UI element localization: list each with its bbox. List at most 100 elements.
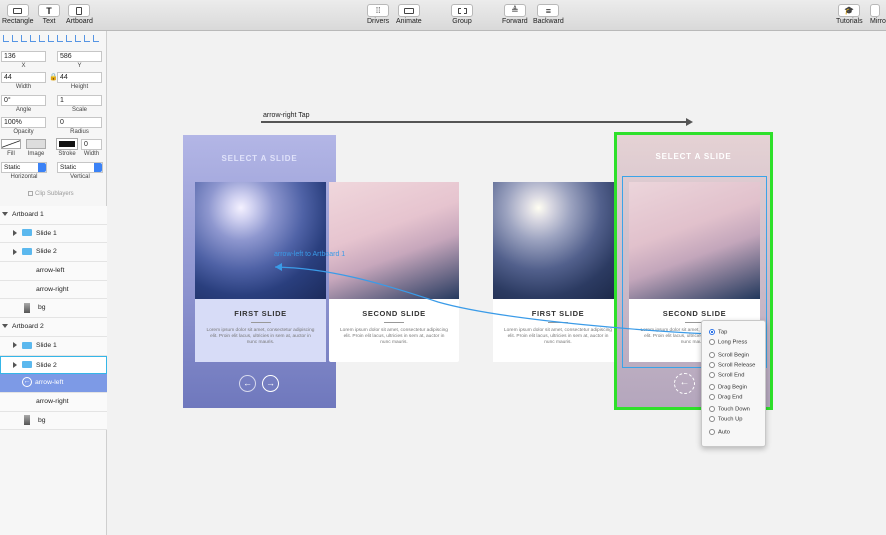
align-middle-icon[interactable]	[39, 35, 45, 42]
artboard-1[interactable]: SELECT A SLIDE FIRST SLIDE Lorem ipsum d…	[183, 135, 336, 408]
align-right-icon[interactable]	[21, 35, 27, 42]
fill-swatch[interactable]	[1, 139, 21, 149]
align-bottom-icon[interactable]	[48, 35, 54, 42]
radius-field[interactable]: 0	[57, 117, 102, 128]
artboard-1-heading: SELECT A SLIDE	[221, 154, 298, 163]
angle-field[interactable]: 0°	[1, 95, 46, 106]
animate-button[interactable]: Animate	[396, 4, 422, 26]
angle-label: Angle	[15, 107, 32, 113]
distribute-vertical-icon[interactable]	[66, 35, 72, 42]
scale-field[interactable]: 1	[57, 95, 102, 106]
stroke-swatch[interactable]	[56, 138, 78, 150]
slide-title: FIRST SLIDE	[234, 309, 287, 318]
vertical-label: Vertical	[70, 174, 90, 180]
horizontal-label: Horizontal	[10, 174, 38, 180]
y-field[interactable]: 586	[57, 51, 102, 62]
clip-sublayers-checkbox[interactable]: Clip Sublayers	[28, 191, 74, 197]
distribute-extra-icon[interactable]	[84, 35, 90, 42]
trigger-option-auto[interactable]: Auto	[709, 429, 730, 436]
disclosure-triangle-icon[interactable]	[13, 248, 17, 255]
layer-arrow-right[interactable]: arrow-right	[0, 392, 107, 412]
trigger-option-scroll-end[interactable]: Scroll End	[709, 372, 744, 379]
trigger-option-drag-end[interactable]: Drag End	[709, 394, 743, 401]
radio-selected-icon	[709, 329, 715, 335]
slide-title: SECOND SLIDE	[362, 309, 426, 318]
backward-button[interactable]: ≡ Backward	[533, 4, 564, 26]
slide-card-first[interactable]: FIRST SLIDE Lorem ipsum dolor sit amet, …	[493, 182, 623, 362]
disclosure-triangle-icon[interactable]	[13, 229, 17, 236]
gradient-layer-icon	[24, 302, 30, 313]
animate-icon	[397, 4, 420, 17]
disclosure-triangle-icon[interactable]	[2, 324, 8, 329]
radio-icon	[709, 362, 715, 368]
x-field[interactable]: 136	[1, 51, 46, 62]
slide-card-first[interactable]: FIRST SLIDE Lorem ipsum dolor sit amet, …	[195, 182, 326, 362]
layer-arrow-left[interactable]: arrow-left	[0, 262, 107, 281]
layer-slide-1[interactable]: Slide 1	[0, 336, 107, 356]
trigger-menu: Tap Long Press Scroll Begin Scroll Relea…	[701, 320, 766, 447]
radio-icon	[709, 339, 715, 345]
slide-body: Lorem ipsum dolor sit amet, consectetur …	[504, 328, 612, 345]
layer-artboard-1[interactable]: Artboard 1	[0, 206, 107, 225]
arrow-right-button[interactable]: →	[262, 375, 279, 392]
divider	[548, 322, 568, 323]
distribute-last-icon[interactable]	[93, 35, 99, 42]
align-center-icon[interactable]	[12, 35, 18, 42]
layer-slide-2[interactable]: Slide 2	[0, 243, 107, 263]
horizontal-select[interactable]: Static	[1, 162, 47, 173]
opacity-label: Opacity	[13, 129, 34, 135]
drivers-button[interactable]: ⁞⁞ Drivers	[367, 4, 389, 26]
layer-slide-1[interactable]: Slide 1	[0, 224, 107, 244]
trigger-option-drag-begin[interactable]: Drag Begin	[709, 384, 747, 391]
width-field[interactable]: 44	[1, 72, 46, 83]
drivers-icon: ⁞⁞	[367, 4, 390, 17]
radio-icon	[709, 384, 715, 390]
radio-icon	[709, 372, 715, 378]
height-field[interactable]: 44	[57, 72, 102, 83]
align-top-icon[interactable]	[30, 35, 36, 42]
ocean-wave-image	[493, 182, 623, 299]
vertical-select[interactable]: Static	[57, 162, 103, 173]
layers-list: Artboard 1 Slide 1 Slide 2 arrow-left ar…	[0, 206, 107, 431]
forward-button[interactable]: ≜ Forward	[502, 4, 528, 26]
layer-bg[interactable]: bg	[0, 411, 107, 431]
radio-icon	[709, 352, 715, 358]
arrow-left-button-selected[interactable]: ←	[674, 373, 695, 394]
toolbar: Rectangle T Text Artboard ⁞⁞ Drivers Anima…	[0, 0, 886, 31]
slide-card-second[interactable]: SECOND SLIDE Lorem ipsum dolor sit amet,…	[329, 182, 459, 362]
layer-artboard-2[interactable]: Artboard 2	[0, 318, 107, 337]
distribute-more-icon[interactable]	[75, 35, 81, 42]
forward-icon: ≜	[503, 4, 526, 17]
align-left-icon[interactable]	[3, 35, 9, 42]
rectangle-tool-button[interactable]: Rectangle	[2, 4, 34, 26]
layer-arrow-right[interactable]: arrow-right	[0, 280, 107, 300]
layer-arrow-left[interactable]: ← arrow-left	[0, 374, 107, 393]
tutorials-button[interactable]: 🎓 Tutorials	[836, 4, 863, 26]
disclosure-triangle-icon[interactable]	[13, 342, 17, 349]
trigger-option-tap[interactable]: Tap	[709, 329, 727, 336]
mirror-button[interactable]: Mirro	[870, 4, 886, 26]
stroke-width-field[interactable]: 0	[81, 139, 102, 150]
artboard-tool-button[interactable]: Artboard	[66, 4, 93, 26]
layer-bg[interactable]: bg	[0, 299, 107, 319]
graduation-cap-icon: 🎓	[838, 4, 861, 17]
alignment-toolbar	[3, 35, 99, 42]
arrow-left-button[interactable]: ←	[239, 375, 256, 392]
width-label: Width	[15, 84, 32, 90]
layer-slide-2[interactable]: Slide 2	[0, 355, 107, 375]
backward-icon: ≡	[537, 4, 560, 17]
canvas[interactable]: SELECT A SLIDE FIRST SLIDE Lorem ipsum d…	[108, 32, 886, 535]
opacity-field[interactable]: 100%	[1, 117, 46, 128]
trigger-option-scroll-begin[interactable]: Scroll Begin	[709, 352, 749, 359]
trigger-option-touch-up[interactable]: Touch Up	[709, 416, 743, 423]
radio-icon	[709, 394, 715, 400]
disclosure-triangle-icon[interactable]	[13, 361, 17, 368]
image-swatch[interactable]	[26, 139, 46, 149]
trigger-option-scroll-release[interactable]: Scroll Release	[709, 362, 755, 369]
trigger-option-touch-down[interactable]: Touch Down	[709, 406, 750, 413]
group-button[interactable]: Group	[451, 4, 473, 26]
disclosure-triangle-icon[interactable]	[2, 212, 8, 217]
distribute-horizontal-icon[interactable]	[57, 35, 63, 42]
trigger-option-long-press[interactable]: Long Press	[709, 339, 747, 346]
text-tool-button[interactable]: T Text	[38, 4, 60, 26]
